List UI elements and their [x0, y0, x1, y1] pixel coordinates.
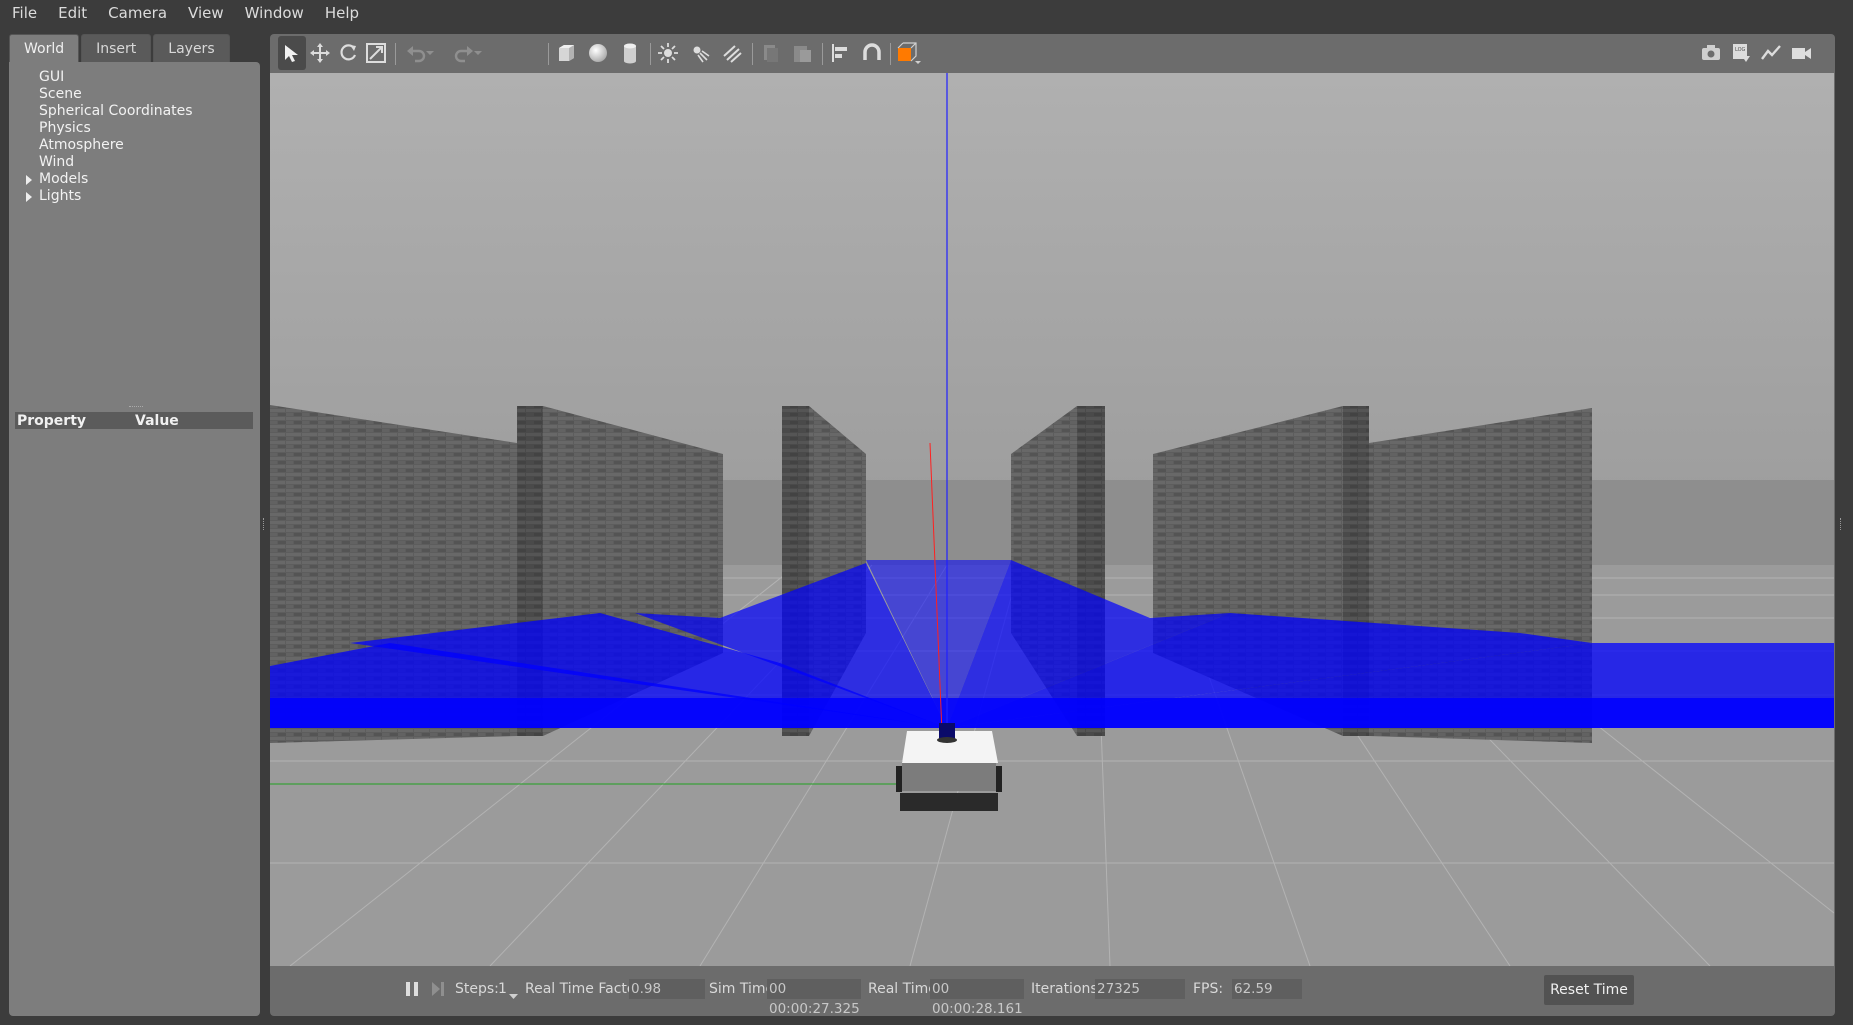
step-icon[interactable] [424, 972, 452, 1006]
tree-item-spherical-coordinates[interactable]: Spherical Coordinates [9, 103, 193, 120]
sim-time-field: 00 00:00:27.325 [767, 979, 861, 1017]
tree-item-label: Models [39, 171, 89, 187]
view-angle-icon[interactable] [896, 36, 924, 70]
steps-value[interactable]: 1 [498, 981, 507, 997]
left-panel-resize-handle[interactable] [263, 518, 267, 530]
tree-item-models[interactable]: Models [9, 171, 193, 188]
toolbar-separator [548, 43, 549, 65]
tree-item-label: Lights [39, 188, 82, 204]
video-record-icon[interactable] [1787, 36, 1815, 70]
box-shape-icon[interactable] [552, 36, 580, 70]
real-time-field: 00 00:00:28.161 [930, 979, 1024, 1017]
real-time-factor-label: Real Time Factor: [525, 981, 646, 997]
splitter-handle[interactable] [129, 406, 143, 409]
fps-label: FPS: [1193, 981, 1224, 997]
tree-item-label: Wind [39, 154, 75, 170]
toolbar-separator [752, 43, 753, 65]
real-time-factor-field: 0.98 [629, 979, 705, 999]
scene-render [270, 73, 1834, 966]
toolbar-separator [822, 43, 823, 65]
right-panel-resize-handle[interactable] [1840, 518, 1844, 530]
align-icon[interactable] [826, 36, 854, 70]
expand-arrow-icon[interactable] [26, 192, 32, 202]
tree-item-label: Atmosphere [39, 137, 124, 153]
cylinder-shape-icon[interactable] [616, 36, 644, 70]
robot-model[interactable] [896, 723, 1002, 811]
expand-arrow-icon[interactable] [26, 175, 32, 185]
screenshot-icon[interactable] [1697, 36, 1725, 70]
fps-field: 62.59 [1232, 979, 1302, 999]
world-panel: GUI Scene Spherical Coordinates Physics … [9, 62, 260, 1016]
left-panel-tabs: World Insert Layers [9, 34, 232, 62]
tree-item-lights[interactable]: Lights [9, 188, 193, 205]
spot-light-icon[interactable] [686, 36, 714, 70]
translate-mode-icon[interactable] [306, 36, 334, 70]
tree-item-physics[interactable]: Physics [9, 120, 193, 137]
menu-file[interactable]: File [0, 4, 46, 22]
tree-item-label: Physics [39, 120, 91, 136]
menu-camera[interactable]: Camera [96, 4, 176, 22]
left-panel: World Insert Layers GUI Scene Spherical … [9, 34, 260, 1016]
iterations-field: 27325 [1095, 979, 1185, 999]
property-column-header: Property [17, 412, 87, 429]
property-table-header: Property Value [15, 412, 253, 429]
toolbar-separator [395, 43, 396, 65]
steps-dropdown-icon[interactable] [509, 988, 518, 1004]
steps-label: Steps: [455, 981, 499, 997]
scale-mode-icon[interactable] [362, 36, 390, 70]
menu-view[interactable]: View [176, 4, 233, 22]
tree-item-label: GUI [39, 69, 65, 85]
tree-item-gui[interactable]: GUI [9, 69, 193, 86]
iterations-label: Iterations: [1031, 981, 1103, 997]
rotate-mode-icon[interactable] [334, 36, 362, 70]
tab-insert[interactable]: Insert [81, 34, 152, 62]
world-tree: GUI Scene Spherical Coordinates Physics … [9, 69, 193, 205]
menu-edit[interactable]: Edit [46, 4, 96, 22]
toolbar-separator [890, 43, 891, 65]
directional-light-icon[interactable] [718, 36, 746, 70]
copy-icon[interactable] [756, 36, 784, 70]
snap-icon[interactable] [858, 36, 886, 70]
3d-viewport[interactable] [270, 73, 1834, 966]
tree-item-scene[interactable]: Scene [9, 86, 193, 103]
menu-help[interactable]: Help [313, 4, 368, 22]
status-bar: Steps: 1 Real Time Factor: 0.98 Sim Time… [270, 968, 1835, 1017]
paste-icon[interactable] [788, 36, 816, 70]
select-mode-icon[interactable] [278, 36, 306, 70]
menu-window[interactable]: Window [233, 4, 313, 22]
log-icon[interactable]: LOG [1727, 36, 1755, 70]
svg-text:LOG: LOG [1735, 47, 1746, 53]
tree-item-label: Spherical Coordinates [39, 103, 193, 119]
toolbar: LOG [270, 36, 1835, 72]
tree-item-wind[interactable]: Wind [9, 154, 193, 171]
pause-icon[interactable] [398, 972, 426, 1006]
tree-item-atmosphere[interactable]: Atmosphere [9, 137, 193, 154]
point-light-icon[interactable] [654, 36, 682, 70]
sphere-shape-icon[interactable] [584, 36, 612, 70]
plot-icon[interactable] [1757, 36, 1785, 70]
tab-layers[interactable]: Layers [153, 34, 230, 62]
redo-dropdown-icon[interactable] [470, 36, 486, 70]
reset-time-button[interactable]: Reset Time [1544, 975, 1634, 1005]
menu-bar: File Edit Camera View Window Help [0, 0, 1853, 26]
toolbar-separator [650, 43, 651, 65]
tab-world[interactable]: World [9, 34, 80, 62]
undo-dropdown-icon[interactable] [422, 36, 438, 70]
value-column-header: Value [135, 412, 179, 429]
tree-item-label: Scene [39, 86, 82, 102]
